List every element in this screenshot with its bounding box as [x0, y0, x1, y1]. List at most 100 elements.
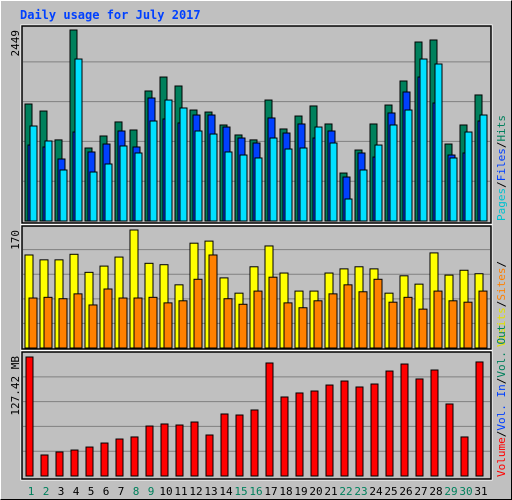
- x-tick-label-day-7: 7: [118, 485, 125, 498]
- bar-files-day-11: [179, 107, 188, 222]
- legend-entry: Pages: [495, 188, 508, 221]
- bar-volume-day-24: [370, 383, 379, 477]
- legend-entry: Volume: [495, 437, 508, 477]
- bar-files-day-9: [149, 120, 158, 222]
- bar-sites-day-17: [268, 276, 278, 349]
- bar-files-day-15: [239, 154, 248, 222]
- bar-files-day-25: [389, 124, 398, 222]
- bar-volume-day-3: [55, 451, 64, 477]
- x-tick-label-day-12: 12: [189, 485, 202, 498]
- legend-bottom: Volume/Vol. In/Vol. Out: [495, 325, 508, 477]
- x-tick-label-day-3: 3: [58, 485, 65, 498]
- x-tick-label-day-9: 9: [148, 485, 155, 498]
- bar-sites-day-22: [343, 284, 353, 349]
- bar-volume-day-2: [40, 454, 49, 477]
- usage-chart-frame: Daily usage for July 2017 2449 Pages/File…: [0, 0, 512, 500]
- x-tick-label-day-15: 15: [234, 485, 247, 498]
- legend-top: Pages/Files/Hits: [495, 115, 508, 221]
- legend-separator: /: [495, 378, 508, 385]
- bar-files-day-6: [104, 163, 113, 222]
- bar-files-day-27: [419, 58, 428, 222]
- x-tick-label-day-10: 10: [159, 485, 172, 498]
- x-tick-label-day-23: 23: [354, 485, 367, 498]
- bar-sites-day-5: [88, 304, 98, 349]
- bar-files-day-2: [44, 140, 53, 222]
- bar-volume-day-14: [220, 413, 229, 477]
- bar-sites-day-24: [373, 278, 383, 349]
- x-tick-label-day-6: 6: [103, 485, 110, 498]
- bar-volume-day-15: [235, 414, 244, 477]
- bar-files-day-20: [314, 126, 323, 222]
- x-tick-label-day-27: 27: [414, 485, 427, 498]
- bar-files-day-19: [299, 147, 308, 222]
- y-axis-max-label: 170: [9, 230, 22, 250]
- bar-files-day-17: [269, 137, 278, 222]
- bar-volume-day-8: [130, 436, 139, 477]
- legend-separator: /: [495, 431, 508, 438]
- bar-files-day-16: [254, 157, 263, 222]
- x-tick-label-day-22: 22: [339, 485, 352, 498]
- bar-files-day-12: [194, 130, 203, 222]
- bar-sites-day-1: [28, 297, 38, 349]
- bar-files-day-30: [464, 131, 473, 222]
- bar-sites-day-2: [43, 296, 53, 349]
- x-tick-label-day-4: 4: [73, 485, 80, 498]
- x-tick-label-day-1: 1: [28, 485, 35, 498]
- bar-volume-day-5: [85, 446, 94, 477]
- x-tick-label-day-25: 25: [384, 485, 397, 498]
- bar-sites-day-11: [178, 300, 188, 349]
- x-tick-label-day-14: 14: [219, 485, 233, 498]
- bar-volume-day-21: [325, 384, 334, 477]
- bar-files-day-8: [134, 152, 143, 222]
- bar-volume-day-20: [310, 390, 319, 477]
- bar-sites-day-27: [418, 308, 428, 349]
- x-tick-label-day-28: 28: [429, 485, 442, 498]
- bar-sites-day-7: [118, 297, 128, 349]
- bar-volume-day-27: [415, 378, 424, 477]
- bar-sites-day-18: [283, 302, 293, 349]
- bar-files-day-5: [89, 171, 98, 222]
- bar-volume-day-28: [430, 369, 439, 477]
- bar-volume-day-18: [280, 396, 289, 477]
- x-tick-label-day-16: 16: [249, 485, 262, 498]
- bar-volume-day-25: [385, 370, 394, 477]
- bar-volume-day-26: [400, 363, 409, 477]
- bar-volume-day-13: [205, 434, 214, 477]
- legend-separator: /: [495, 261, 508, 268]
- legend-separator: /: [495, 301, 508, 308]
- bar-sites-day-30: [463, 301, 473, 349]
- bar-volume-day-23: [355, 386, 364, 477]
- bar-volume-day-29: [445, 403, 454, 477]
- bar-files-day-4: [74, 58, 83, 222]
- x-tick-label-day-30: 30: [459, 485, 472, 498]
- bar-files-day-26: [404, 109, 413, 222]
- x-tick-label-day-5: 5: [88, 485, 95, 498]
- x-tick-label-day-20: 20: [309, 485, 322, 498]
- bar-files-day-23: [359, 169, 368, 222]
- bar-sites-day-21: [328, 293, 338, 349]
- bar-volume-day-12: [190, 421, 199, 477]
- bar-volume-day-17: [265, 362, 274, 477]
- bar-volume-day-31: [475, 361, 484, 477]
- bar-files-day-3: [59, 169, 68, 222]
- bar-volume-day-1: [25, 356, 34, 477]
- bar-sites-day-9: [148, 296, 158, 349]
- bar-sites-day-12: [193, 278, 203, 349]
- legend-separator: /: [495, 181, 508, 188]
- bar-sites-day-15: [238, 303, 248, 349]
- bar-volume-day-9: [145, 425, 154, 477]
- x-tick-label-day-29: 29: [444, 485, 457, 498]
- bar-sites-day-28: [433, 290, 443, 349]
- bar-volume-day-6: [100, 442, 109, 477]
- bar-files-day-10: [164, 99, 173, 222]
- bar-files-day-21: [329, 142, 338, 222]
- x-tick-label-day-31: 31: [474, 485, 487, 498]
- legend-entry: Vol. Out: [495, 325, 508, 378]
- x-tick-label-day-21: 21: [324, 485, 337, 498]
- bar-sites-day-4: [73, 293, 83, 349]
- bar-sites-day-3: [58, 298, 68, 349]
- bar-files-day-13: [209, 133, 218, 222]
- x-tick-label-day-13: 13: [204, 485, 217, 498]
- bar-sites-day-26: [403, 296, 413, 349]
- bar-volume-day-10: [160, 423, 169, 477]
